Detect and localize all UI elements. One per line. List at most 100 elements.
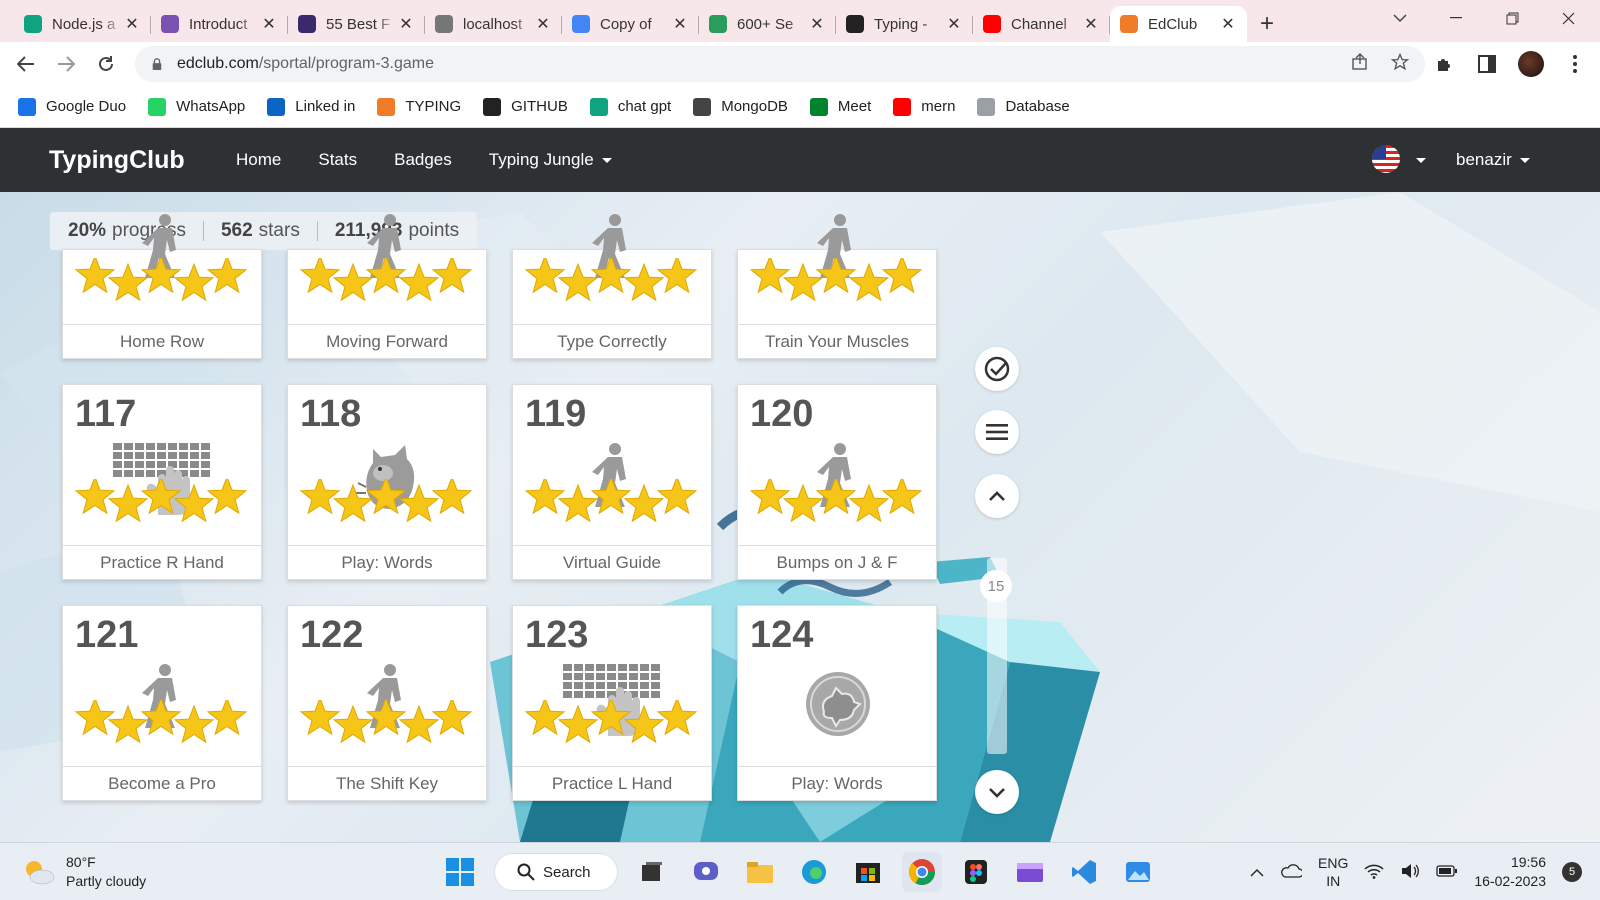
bookmark-item[interactable]: Meet	[809, 97, 871, 116]
bookmark-item[interactable]: Linked in	[267, 97, 355, 116]
side-panel-icon[interactable]	[1476, 53, 1498, 75]
chat-icon[interactable]	[686, 852, 726, 892]
onedrive-cloud-icon[interactable]	[1280, 863, 1304, 881]
bookmark-item[interactable]: chat gpt	[589, 97, 671, 116]
weather-widget[interactable]: 80°F Partly cloudy	[22, 853, 146, 891]
browser-tab[interactable]: Channel ✕	[973, 6, 1110, 42]
kebab-menu-icon[interactable]	[1564, 53, 1586, 75]
nav-badges[interactable]: Badges	[394, 150, 452, 170]
lesson-card[interactable]: Train Your Muscles	[737, 214, 937, 359]
nav-home[interactable]: Home	[236, 150, 281, 170]
back-arrow-icon[interactable]	[6, 44, 46, 84]
wifi-icon[interactable]	[1364, 863, 1384, 882]
bookmark-item[interactable]: TYPING	[377, 97, 461, 116]
browser-tab[interactable]: EdClub ✕	[1110, 6, 1247, 42]
address-bar[interactable]: edclub.com/sportal/program-3.game	[135, 46, 1425, 82]
tab-list: Node.js a ✕ Introduct ✕ 55 Best F ✕ localhost ✕…	[0, 6, 1247, 42]
bookmark-item[interactable]: Database	[977, 97, 1070, 116]
tab-close-icon[interactable]: ✕	[260, 14, 278, 34]
tab-close-icon[interactable]: ✕	[534, 14, 552, 34]
windows-start-icon[interactable]	[440, 852, 480, 892]
bookmark-item[interactable]: Google Duo	[18, 97, 126, 116]
browser-tab[interactable]: Introduct ✕	[151, 6, 288, 42]
star-rating	[74, 479, 248, 523]
lesson-card[interactable]: 118 Play: Words	[287, 384, 487, 580]
tab-close-icon[interactable]: ✕	[123, 14, 141, 34]
notification-badge[interactable]: 5	[1562, 862, 1582, 882]
tab-close-icon[interactable]: ✕	[397, 14, 415, 34]
bookmark-item[interactable]: MongoDB	[693, 97, 788, 116]
clock[interactable]: 19:56 16-02-2023	[1474, 853, 1546, 891]
lesson-card[interactable]: 119 Virtual Guide	[512, 384, 712, 580]
star-icon	[815, 479, 857, 515]
figma-icon[interactable]	[956, 852, 996, 892]
edge-icon[interactable]	[794, 852, 834, 892]
bookmark-item[interactable]: WhatsApp	[148, 97, 245, 116]
lesson-card[interactable]: 120 Bumps on J & F	[737, 384, 937, 580]
browser-tab[interactable]: 600+ Se ✕	[699, 6, 836, 42]
tab-close-icon[interactable]: ✕	[1219, 14, 1237, 34]
check-circle-icon[interactable]	[975, 347, 1019, 391]
lesson-number: 123	[525, 614, 589, 656]
volume-icon[interactable]	[1400, 863, 1420, 882]
tab-title: 600+ Se	[737, 15, 794, 33]
browser-tab[interactable]: Copy of ✕	[562, 6, 699, 42]
lesson-card[interactable]: 122 The Shift Key	[287, 605, 487, 801]
lesson-card[interactable]: 117 Practice R Hand	[62, 384, 262, 580]
star-icon	[431, 479, 473, 515]
task-view-icon[interactable]	[632, 852, 672, 892]
new-tab-button[interactable]: +	[1247, 6, 1287, 42]
user-menu[interactable]: benazir	[1456, 150, 1530, 170]
site-logo[interactable]: TypingClub	[49, 146, 185, 175]
restore-button[interactable]	[1484, 0, 1540, 36]
colorlib-icon	[298, 15, 316, 33]
bookmark-item[interactable]: mern	[893, 97, 955, 116]
taskbar-search[interactable]: Search	[494, 853, 618, 891]
photos-icon[interactable]	[1118, 852, 1158, 892]
chevron-up-icon[interactable]	[975, 474, 1019, 518]
chevron-down-icon[interactable]	[975, 770, 1019, 814]
nav-typing-jungle[interactable]: Typing Jungle	[489, 150, 612, 170]
reload-icon[interactable]	[86, 44, 126, 84]
tab-search-chevron-icon[interactable]	[1372, 0, 1428, 36]
nav-stats[interactable]: Stats	[318, 150, 357, 170]
star-icon	[431, 700, 473, 736]
menu-icon[interactable]	[975, 410, 1019, 454]
lesson-card[interactable]: 121 Become a Pro	[62, 605, 262, 801]
file-explorer-icon[interactable]	[740, 852, 780, 892]
bookmark-star-icon[interactable]	[1390, 52, 1410, 76]
share-icon[interactable]	[1351, 52, 1369, 76]
lesson-card[interactable]: 124 Play: Words	[737, 605, 937, 801]
us-flag-icon[interactable]	[1372, 145, 1400, 173]
minimize-button[interactable]	[1428, 0, 1484, 36]
extensions-puzzle-icon[interactable]	[1434, 53, 1456, 75]
forward-arrow-icon[interactable]	[46, 44, 86, 84]
clipchamp-icon[interactable]	[1010, 852, 1050, 892]
tab-close-icon[interactable]: ✕	[808, 14, 826, 34]
windows-taskbar: 80°F Partly cloudy Search ENG IN 19:56 1…	[0, 842, 1600, 900]
star-icon	[590, 479, 632, 515]
browser-tab[interactable]: localhost ✕	[425, 6, 562, 42]
tab-close-icon[interactable]: ✕	[1082, 14, 1100, 34]
tab-close-icon[interactable]: ✕	[671, 14, 689, 34]
browser-tab[interactable]: 55 Best F ✕	[288, 6, 425, 42]
language-chevron-down-icon[interactable]	[1416, 158, 1426, 163]
profile-avatar[interactable]	[1518, 51, 1544, 77]
store-icon[interactable]	[848, 852, 888, 892]
star-icon	[749, 258, 791, 294]
browser-tab[interactable]: Node.js a ✕	[14, 6, 151, 42]
bookmark-item[interactable]: GITHUB	[483, 97, 568, 116]
lesson-card[interactable]: 123 Practice L Hand	[512, 605, 712, 801]
tab-close-icon[interactable]: ✕	[945, 14, 963, 34]
battery-icon[interactable]	[1436, 864, 1458, 881]
tray-chevron-up-icon[interactable]	[1250, 864, 1264, 880]
browser-tab[interactable]: Typing - ✕	[836, 6, 973, 42]
language-indicator[interactable]: ENG IN	[1318, 854, 1348, 890]
lesson-card[interactable]: Home Row	[62, 214, 262, 359]
lesson-card[interactable]: Moving Forward	[287, 214, 487, 359]
vscode-icon[interactable]	[1064, 852, 1104, 892]
chrome-icon[interactable]	[902, 852, 942, 892]
lesson-card[interactable]: Type Correctly	[512, 214, 712, 359]
close-window-button[interactable]	[1540, 0, 1596, 36]
lesson-title: Virtual Guide	[513, 545, 711, 579]
